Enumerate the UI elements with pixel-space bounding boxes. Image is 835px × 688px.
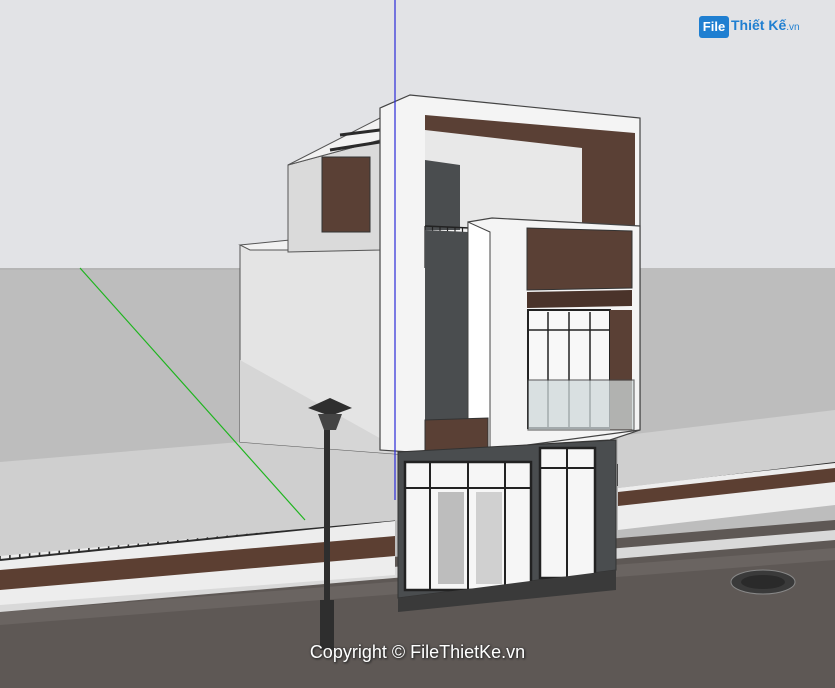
logo-file-badge: File	[699, 16, 729, 38]
glass-balustrade	[527, 379, 635, 431]
sketchup-viewport[interactable]: File Thiết Kế.vn Copyright © FileThietKe…	[0, 0, 835, 688]
copyright-watermark: Copyright © FileThietKe.vn	[309, 642, 526, 662]
wood-panel	[526, 227, 633, 291]
logo-tld: .vn	[786, 22, 800, 33]
logo-name: Thiết Kế.vn	[731, 17, 800, 33]
filethietke-logo: File Thiết Kế.vn	[699, 12, 819, 42]
logo-name-text: Thiết Kế	[731, 17, 787, 33]
house-3d-model	[0, 0, 835, 688]
